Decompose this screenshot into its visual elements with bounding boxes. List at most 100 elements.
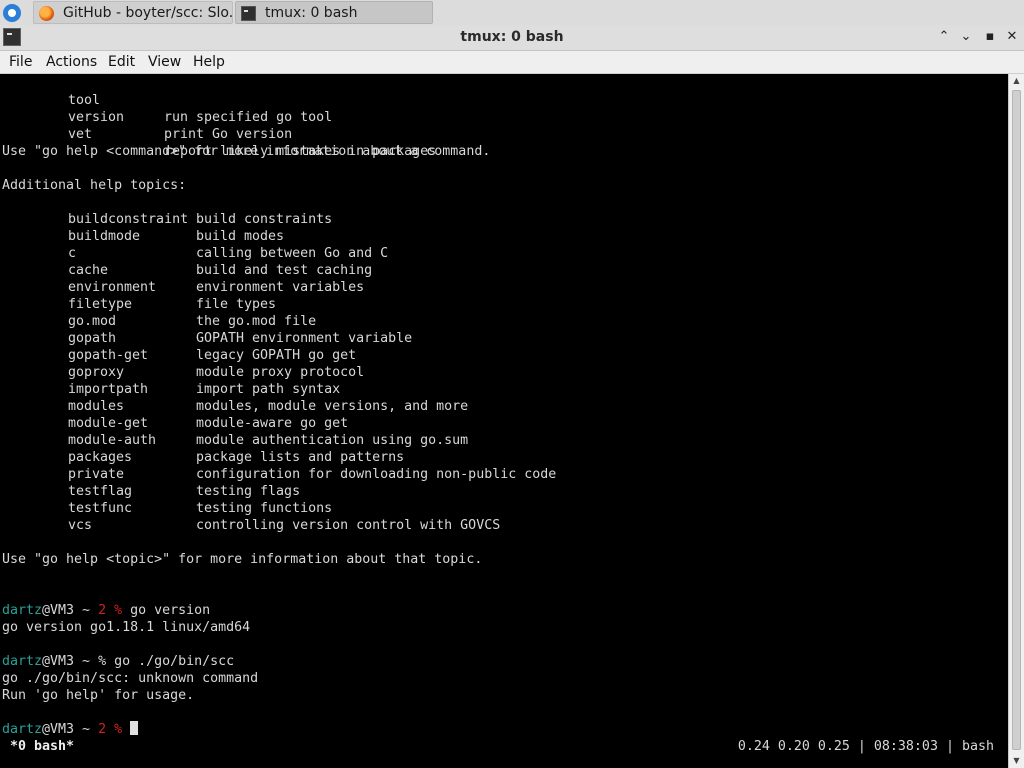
topic-hint-line: Use "go help <topic>" for more informati… — [2, 552, 483, 567]
text-cursor — [130, 721, 139, 735]
topic-desc: build constraints — [196, 212, 333, 227]
topic-desc: modules, module versions, and more — [196, 399, 469, 414]
task-label: GitHub - boyter/scc: Slo... — [63, 5, 233, 21]
topic-name: go.mod — [68, 314, 117, 329]
topic-desc: import path syntax — [196, 382, 341, 397]
topic-row: c calling between Go and C — [2, 245, 1002, 262]
prompt-line[interactable]: dartz@VM3 ~ 2 % — [2, 721, 139, 738]
topic-desc: module proxy protocol — [196, 365, 365, 380]
topic-desc: file types — [196, 297, 277, 312]
prompt-host: @VM3 ~ — [42, 722, 99, 737]
menu-help[interactable]: Help — [193, 51, 225, 73]
task-firefox[interactable]: GitHub - boyter/scc: Slo... — [33, 1, 233, 24]
close-button[interactable]: ✕ — [1004, 29, 1020, 45]
topic-desc: the go.mod file — [196, 314, 317, 329]
menu-actions[interactable]: Actions — [46, 51, 97, 73]
topic-row: importpath import path syntax — [2, 381, 1002, 398]
prompt-user: dartz — [2, 722, 43, 737]
topic-name: modules — [68, 399, 125, 414]
topic-row: go.mod the go.mod file — [2, 313, 1002, 330]
output-line: go ./go/bin/scc: unknown command — [2, 671, 259, 686]
topic-row: testfunc testing functions — [2, 500, 1002, 517]
topic-row: cache build and test caching — [2, 262, 1002, 279]
topic-name: packages — [68, 450, 133, 465]
menu-view[interactable]: View — [148, 51, 181, 73]
topic-row: buildconstraint build constraints — [2, 211, 1002, 228]
topic-row: gopath GOPATH environment variable — [2, 330, 1002, 347]
topic-name: c — [68, 246, 77, 261]
topic-row: buildmode build modes — [2, 228, 1002, 245]
topic-row: goproxy module proxy protocol — [2, 364, 1002, 381]
output-line: go version go1.18.1 linux/amd64 — [2, 620, 251, 635]
prompt-command — [122, 722, 130, 737]
prompt-status: 2 % — [98, 603, 123, 618]
command-row: version print Go version — [2, 92, 1002, 142]
prompt-line: dartz@VM3 ~ 2 % go version — [2, 602, 210, 619]
topic-desc: controlling version control with GOVCS — [196, 518, 501, 533]
prompt-user: dartz — [2, 603, 43, 618]
scroll-up-arrow-icon[interactable]: ▲ — [1009, 74, 1024, 88]
prompt-line: dartz@VM3 ~ % go ./go/bin/scc — [2, 653, 234, 670]
topic-name: buildconstraint — [68, 212, 189, 227]
minimize-button[interactable]: ⌃ — [936, 29, 952, 45]
topic-row: packages package lists and patterns — [2, 449, 1002, 466]
prompt-command: go ./go/bin/scc — [114, 654, 235, 669]
firefox-icon — [39, 6, 54, 21]
prompt-host: @VM3 ~ — [42, 603, 99, 618]
topic-name: gopath-get — [68, 348, 149, 363]
topic-row: vcs controlling version control with GOVC… — [2, 517, 1002, 534]
window-titlebar[interactable]: tmux: 0 bash ⌃ ⌄ ▪ ✕ — [0, 25, 1024, 51]
topic-name: module-get — [68, 416, 149, 431]
topic-desc: configuration for downloading non-public… — [196, 467, 557, 482]
tmux-status-right: 0.24 0.20 0.25 | 08:38:03 | bash — [737, 739, 994, 754]
topic-name: testfunc — [68, 501, 133, 516]
topic-desc: module authentication using go.sum — [196, 433, 469, 448]
command-row: vet report likely mistakes in packages — [2, 109, 1002, 159]
window-title: tmux: 0 bash — [460, 29, 564, 45]
topic-row: gopath-get legacy GOPATH go get — [2, 347, 1002, 364]
topic-desc: testing flags — [196, 484, 301, 499]
output-line: Run 'go help' for usage. — [2, 688, 195, 703]
topics-heading: Additional help topics: — [2, 178, 187, 193]
topic-desc: build and test caching — [196, 263, 373, 278]
menu-edit[interactable]: Edit — [108, 51, 135, 73]
scrollbar[interactable]: ▲ ▼ — [1008, 74, 1024, 768]
topic-name: module-auth — [68, 433, 157, 448]
prompt-user: dartz — [2, 654, 43, 669]
topic-desc: package lists and patterns — [196, 450, 405, 465]
topic-name: environment — [68, 280, 157, 295]
terminal-icon — [241, 6, 256, 21]
prompt-host: @VM3 ~ % — [42, 654, 115, 669]
taskbar: GitHub - boyter/scc: Slo... tmux: 0 bash — [0, 0, 1024, 26]
topic-name: buildmode — [68, 229, 141, 244]
topic-name: cache — [68, 263, 109, 278]
menu-file[interactable]: File — [9, 51, 32, 73]
terminal-view[interactable]: tool run specified go tool version print… — [0, 74, 1008, 768]
tmux-window-tab[interactable]: *0 bash* — [10, 738, 74, 755]
start-menu-icon[interactable] — [3, 4, 21, 22]
restore-button[interactable]: ⌄ — [958, 29, 974, 45]
topic-desc: testing functions — [196, 501, 333, 516]
menubar: File Actions Edit View Help — [0, 51, 1024, 74]
topic-name: filetype — [68, 297, 133, 312]
topic-desc: environment variables — [196, 280, 365, 295]
topic-desc: build modes — [196, 229, 285, 244]
topic-desc: calling between Go and C — [196, 246, 389, 261]
task-tmux[interactable]: tmux: 0 bash — [235, 1, 433, 24]
prompt-status: 2 % — [98, 722, 123, 737]
scroll-down-arrow-icon[interactable]: ▼ — [1009, 754, 1024, 768]
topic-desc: GOPATH environment variable — [196, 331, 413, 346]
topic-name: vcs — [68, 518, 93, 533]
maximize-button[interactable]: ▪ — [982, 29, 998, 45]
prompt-command: go version — [122, 603, 211, 618]
command-row: tool run specified go tool — [2, 75, 1002, 125]
topic-row: private configuration for downloading non… — [2, 466, 1002, 483]
topic-name: goproxy — [68, 365, 125, 380]
topic-name: gopath — [68, 331, 117, 346]
help-hint-line: Use "go help <command>" for more informa… — [2, 144, 491, 159]
command-desc: print Go version — [164, 127, 293, 142]
topic-name: testflag — [68, 484, 133, 499]
command-name: vet — [68, 127, 93, 142]
scrollbar-thumb[interactable] — [1012, 90, 1021, 750]
task-label: tmux: 0 bash — [265, 5, 358, 21]
